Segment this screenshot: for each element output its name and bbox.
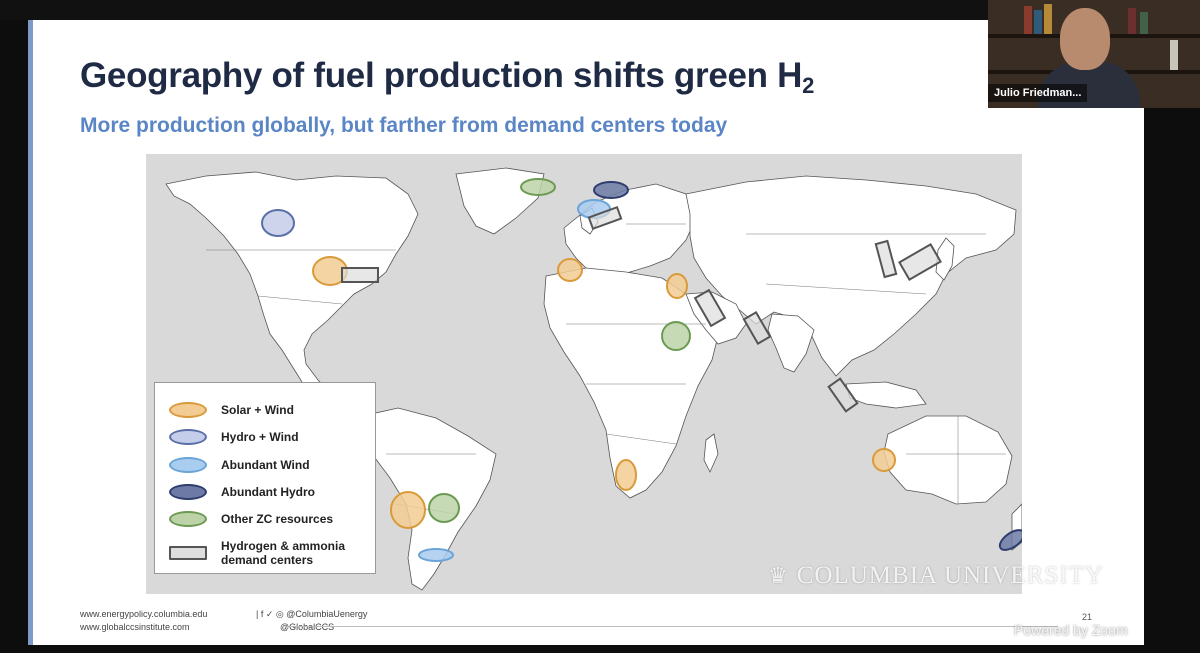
slide-footer: www.energypolicy.columbia.edu | f ✓ ◎ @C… xyxy=(80,608,367,634)
north-america xyxy=(165,171,419,417)
slide-title: Geography of fuel production shifts gree… xyxy=(80,56,814,99)
legend-label: Abundant Wind xyxy=(221,458,310,472)
abundant-hydro-swatch-icon xyxy=(169,484,207,500)
hydro-wind-swatch-icon xyxy=(169,429,207,445)
abundant-wind-patagonia xyxy=(418,548,454,562)
solar-wind-chile xyxy=(390,491,426,529)
footer-handle-columbia: @ColumbiaUenergy xyxy=(286,609,368,619)
legend-item-hydro-wind: Hydro + Wind xyxy=(169,426,299,448)
participant-video-tile[interactable]: Julio Friedman... xyxy=(988,0,1200,108)
slide-page-number: 21 xyxy=(1082,612,1093,622)
book xyxy=(1044,4,1052,34)
footer-website-energypolicy: www.energypolicy.columbia.edu xyxy=(80,609,208,619)
book xyxy=(1140,12,1148,34)
abundant-hydro-new-zealand xyxy=(998,529,1022,551)
other-zc-iceland xyxy=(520,178,556,196)
footer-website-globalccs: www.globalccsinstitute.com xyxy=(80,622,190,632)
watermark-text: COLUMBIA UNIVERSITY xyxy=(796,562,1104,589)
slide-subtitle: More production globally, but farther fr… xyxy=(80,114,728,137)
legend-item-other-zc: Other ZC resources xyxy=(169,508,333,530)
demand-center-swatch-icon xyxy=(169,546,207,560)
participant-name: Julio Friedman... xyxy=(988,84,1088,102)
madagascar xyxy=(703,433,719,473)
legend-label: Solar + Wind xyxy=(221,403,294,417)
legend-label: Other ZC resources xyxy=(221,512,334,526)
book xyxy=(1024,6,1032,34)
legend-item-demand-centers: Hydrogen & ammonia demand centers xyxy=(169,537,345,569)
map-legend: Solar + Wind Hydro + Wind Abundant Wind … xyxy=(154,382,376,574)
abundant-wind-swatch-icon xyxy=(169,457,207,473)
footer-social-icons: | f ✓ ◎ xyxy=(256,609,284,619)
other-zc-swatch-icon xyxy=(169,511,207,527)
crown-icon: ♛ xyxy=(768,563,789,588)
abundant-hydro-norway xyxy=(593,181,629,199)
hydro-wind-regions xyxy=(261,209,295,237)
solar-wind-egypt xyxy=(666,273,688,299)
solar-wind-western-australia xyxy=(872,448,896,472)
asia xyxy=(685,175,1017,377)
demand-us-gulf xyxy=(341,267,379,283)
other-zc-argentina xyxy=(428,493,460,523)
slide-accent-rule xyxy=(28,20,33,645)
slide-title-subscript: 2 xyxy=(802,73,815,98)
participant-head xyxy=(1060,8,1110,70)
australia xyxy=(883,415,1013,505)
solar-wind-namibia xyxy=(615,459,637,491)
slide-title-text: Geography of fuel production shifts gree… xyxy=(80,56,803,95)
book xyxy=(1034,10,1042,34)
europe xyxy=(563,183,697,279)
solar-wind-swatch-icon xyxy=(169,402,207,418)
columbia-watermark: ♛ COLUMBIA UNIVERSITY xyxy=(768,562,1104,590)
book xyxy=(1128,8,1136,34)
south-america xyxy=(359,407,497,591)
book xyxy=(1170,40,1178,70)
legend-label: Hydro + Wind xyxy=(221,430,299,444)
footer-divider xyxy=(288,626,1058,627)
legend-label: Abundant Hydro xyxy=(221,485,315,499)
legend-item-abundant-hydro: Abundant Hydro xyxy=(169,481,315,503)
legend-item-solar-wind: Solar + Wind xyxy=(169,399,294,421)
other-zc-east-africa xyxy=(661,321,691,351)
legend-label: Hydrogen & ammonia demand centers xyxy=(221,539,346,567)
hydro-wind-pacific-northwest xyxy=(261,209,295,237)
greenland xyxy=(455,167,545,235)
solar-wind-morocco xyxy=(557,258,583,282)
powered-by-zoom: Powered by Zoom xyxy=(1014,622,1128,638)
presentation-slide: Geography of fuel production shifts gree… xyxy=(28,20,1144,645)
legend-item-abundant-wind: Abundant Wind xyxy=(169,454,310,476)
southeast-asia xyxy=(845,381,927,409)
footer-handle-globalccs: @GlobalCCS xyxy=(280,622,335,632)
